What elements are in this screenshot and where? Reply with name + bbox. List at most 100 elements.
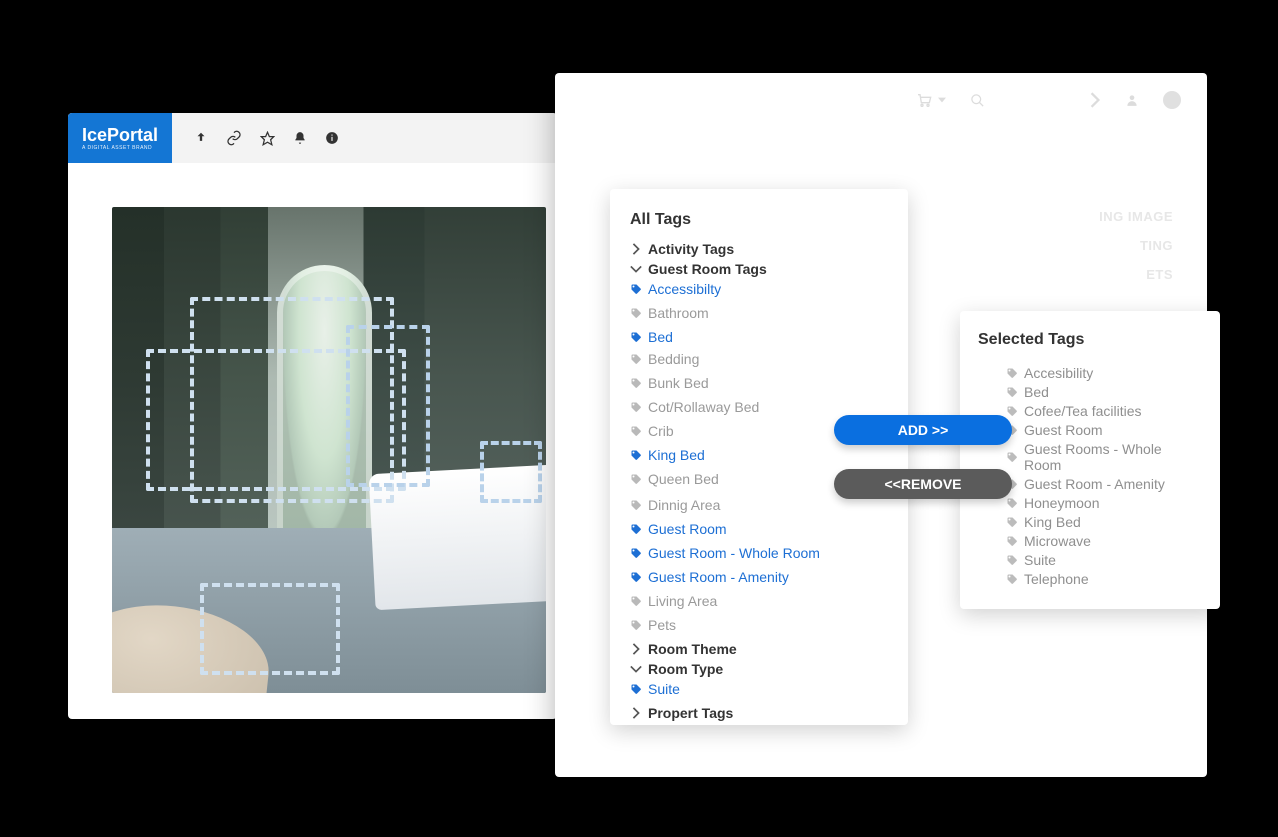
tag-icon bbox=[630, 473, 642, 485]
tree-group-label: Propert Tags bbox=[648, 705, 733, 721]
tag-item[interactable]: Bedding bbox=[630, 349, 888, 369]
selected-tag-item[interactable]: King Bed bbox=[1006, 512, 1202, 531]
tag-icon bbox=[1006, 535, 1018, 547]
tag-item[interactable]: Bed bbox=[630, 327, 888, 347]
tag-item[interactable]: Bunk Bed bbox=[630, 373, 888, 393]
tag-icon bbox=[630, 307, 642, 319]
avatar[interactable] bbox=[1163, 91, 1181, 109]
tree-group-label: Room Theme bbox=[648, 641, 737, 657]
tag-item[interactable]: Cot/Rollaway Bed bbox=[630, 397, 888, 417]
selected-tag-item[interactable]: Guest Rooms - Whole Room bbox=[1006, 439, 1202, 474]
selected-tag-item[interactable]: Suite bbox=[1006, 550, 1202, 569]
toolbar bbox=[172, 130, 339, 146]
tag-label: Bathroom bbox=[648, 305, 709, 321]
tree-group-activity[interactable]: Activity Tags bbox=[630, 241, 888, 257]
tag-icon bbox=[630, 449, 642, 461]
upload-icon[interactable] bbox=[194, 131, 208, 145]
tag-icon bbox=[630, 619, 642, 631]
right-panel: ING IMAGE TING ETS All Tags Activity Tag… bbox=[555, 73, 1207, 777]
tag-icon bbox=[630, 425, 642, 437]
tree-group-room_theme[interactable]: Room Theme bbox=[630, 641, 888, 657]
tag-item[interactable]: Living Area bbox=[630, 591, 888, 611]
topbar: IcePortal A DIGITAL ASSET BRAND bbox=[68, 113, 557, 163]
tag-icon bbox=[630, 571, 642, 583]
info-icon[interactable] bbox=[325, 131, 339, 145]
tag-item[interactable]: Accessibilty bbox=[630, 279, 888, 299]
tag-label: Crib bbox=[648, 423, 674, 439]
tag-label: Dinnig Area bbox=[648, 497, 720, 513]
selected-tag-label: Cofee/Tea facilities bbox=[1024, 403, 1142, 419]
tag-label: Pets bbox=[648, 617, 676, 633]
tag-icon bbox=[630, 401, 642, 413]
tag-item[interactable]: Pets bbox=[630, 615, 888, 635]
image-area bbox=[68, 163, 557, 719]
tag-icon bbox=[630, 547, 642, 559]
tag-item[interactable]: Guest Room bbox=[630, 519, 888, 539]
selected-tag-label: King Bed bbox=[1024, 514, 1081, 530]
selected-tag-item[interactable]: Guest Room bbox=[1006, 420, 1202, 439]
add-button[interactable]: ADD >> bbox=[834, 415, 1012, 445]
selected-tag-label: Honeymoon bbox=[1024, 495, 1100, 511]
tag-icon bbox=[630, 595, 642, 607]
tag-item[interactable]: Suite bbox=[630, 679, 888, 699]
logo[interactable]: IcePortal A DIGITAL ASSET BRAND bbox=[68, 113, 172, 163]
tree-group-label: Guest Room Tags bbox=[648, 261, 767, 277]
tag-icon bbox=[630, 523, 642, 535]
logo-subtext: A DIGITAL ASSET BRAND bbox=[82, 146, 158, 151]
tag-icon bbox=[1006, 367, 1018, 379]
star-icon[interactable] bbox=[260, 131, 275, 146]
chevron-right-icon bbox=[630, 243, 642, 255]
tag-item[interactable]: Guest Room - Whole Room bbox=[630, 543, 888, 563]
tag-icon bbox=[630, 283, 642, 295]
tree-group-guest_room[interactable]: Guest Room Tags bbox=[630, 261, 888, 277]
selected-tags-title: Selected Tags bbox=[978, 331, 1202, 349]
bell-icon[interactable] bbox=[293, 131, 307, 145]
chevron-right-icon bbox=[630, 643, 642, 655]
transfer-buttons: ADD >> <<REMOVE bbox=[834, 415, 1012, 499]
tag-icon bbox=[630, 499, 642, 511]
link-icon[interactable] bbox=[226, 130, 242, 146]
caret-down-icon[interactable] bbox=[938, 96, 946, 104]
tree-group-property[interactable]: Propert Tags bbox=[630, 705, 888, 721]
chevron-right-icon[interactable] bbox=[1089, 92, 1101, 108]
selected-tag-item[interactable]: Bed bbox=[1006, 382, 1202, 401]
hotel-room-image[interactable] bbox=[112, 207, 546, 693]
selected-tag-item[interactable]: Microwave bbox=[1006, 531, 1202, 550]
tag-item[interactable]: Guest Room - Amenity bbox=[630, 567, 888, 587]
chevron-right-icon bbox=[630, 707, 642, 719]
selected-tag-item[interactable]: Guest Room - Amenity bbox=[1006, 474, 1202, 493]
all-tags-title: All Tags bbox=[630, 211, 888, 229]
tag-icon bbox=[630, 377, 642, 389]
selected-tag-label: Guest Rooms - Whole Room bbox=[1024, 441, 1202, 473]
ghost-tab-text: ING IMAGE bbox=[1099, 209, 1173, 224]
tag-label: Guest Room - Amenity bbox=[648, 569, 789, 585]
tag-label: Guest Room bbox=[648, 521, 727, 537]
user-icon[interactable] bbox=[1125, 93, 1139, 107]
tag-icon bbox=[1006, 554, 1018, 566]
tag-item[interactable]: Bathroom bbox=[630, 303, 888, 323]
tag-label: Bunk Bed bbox=[648, 375, 709, 391]
tag-icon bbox=[630, 331, 642, 343]
remove-button[interactable]: <<REMOVE bbox=[834, 469, 1012, 499]
selected-tag-item[interactable]: Accesibility bbox=[1006, 363, 1202, 382]
tag-label: Suite bbox=[648, 681, 680, 697]
selected-tag-item[interactable]: Honeymoon bbox=[1006, 493, 1202, 512]
tag-label: King Bed bbox=[648, 447, 705, 463]
cart-icon[interactable] bbox=[916, 92, 932, 108]
chevron-down-icon bbox=[630, 265, 642, 273]
tag-label: Guest Room - Whole Room bbox=[648, 545, 820, 561]
selected-tag-label: Telephone bbox=[1024, 571, 1089, 587]
search-icon[interactable] bbox=[970, 93, 985, 108]
ghost-tab-text: ETS bbox=[1146, 267, 1173, 282]
tag-label: Queen Bed bbox=[648, 471, 719, 487]
detection-box bbox=[346, 325, 430, 487]
tag-label: Bed bbox=[648, 329, 673, 345]
selected-tag-item[interactable]: Telephone bbox=[1006, 569, 1202, 588]
selected-tag-label: Accesibility bbox=[1024, 365, 1093, 381]
tree-group-label: Activity Tags bbox=[648, 241, 734, 257]
detection-box bbox=[200, 583, 340, 675]
selected-tag-item[interactable]: Cofee/Tea facilities bbox=[1006, 401, 1202, 420]
tag-icon bbox=[1006, 573, 1018, 585]
tree-group-room_type[interactable]: Room Type bbox=[630, 661, 888, 677]
logo-text: IcePortal bbox=[82, 126, 158, 144]
